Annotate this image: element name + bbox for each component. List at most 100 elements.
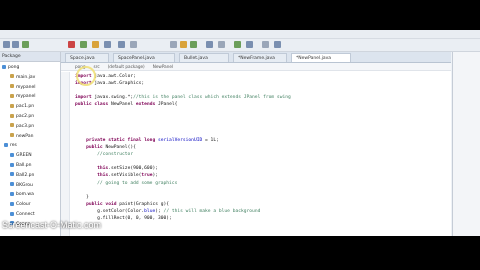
- file-icon: [10, 103, 14, 108]
- toolbar-button[interactable]: [274, 41, 281, 48]
- code-editor[interactable]: Space.java SpacePanel.java Bullet.java *New…: [61, 52, 451, 236]
- code-token: g.setColor(Color.: [75, 208, 145, 214]
- code-token: public: [75, 145, 103, 150]
- code-token: public class: [75, 102, 109, 108]
- code-token: );: [152, 173, 159, 179]
- code-token: java.awt.Color;: [91, 74, 136, 79]
- editor-tab[interactable]: Bullet.java: [179, 53, 229, 62]
- toolbar-button[interactable]: [68, 41, 75, 48]
- code-token: true: [141, 173, 153, 179]
- tree-item[interactable]: GREEN: [10, 152, 32, 159]
- code-token: JPanel{: [155, 102, 178, 108]
- package-explorer-header[interactable]: Package: [0, 52, 60, 62]
- tree-item[interactable]: newPan: [10, 133, 33, 140]
- toolbar-button[interactable]: [3, 41, 10, 48]
- outline-panel: [452, 52, 480, 236]
- toolbar-button[interactable]: [190, 41, 197, 48]
- tree-item[interactable]: pac2.pn: [10, 113, 34, 120]
- toolbar-button[interactable]: [92, 41, 99, 48]
- toolbar: [0, 39, 480, 52]
- toolbar-button[interactable]: [234, 41, 241, 48]
- tree-item[interactable]: pong: [2, 64, 19, 71]
- toolbar-button[interactable]: [104, 41, 111, 48]
- code-token: // this will make a blue background: [163, 208, 261, 214]
- tree-item[interactable]: res: [4, 142, 17, 149]
- tree-item[interactable]: Ball2.pn: [10, 172, 34, 179]
- toolbar-button[interactable]: [218, 41, 225, 48]
- code-line: // going to add some graphics: [75, 181, 177, 187]
- toolbar-button[interactable]: [130, 41, 137, 48]
- file-icon: [10, 84, 14, 89]
- file-icon: [4, 142, 8, 147]
- code-line: this.setVisible(true);: [75, 173, 158, 179]
- code-token: this: [75, 166, 109, 172]
- mouse-cursor-highlight: [76, 66, 96, 86]
- eclipse-window: Package pong main.jav mypanel mypanel pac1.p…: [0, 30, 480, 236]
- editor-tab[interactable]: *NewPanel.java: [291, 53, 351, 62]
- code-token: import: [75, 95, 92, 101]
- tree-item[interactable]: pac1.pn: [10, 103, 34, 110]
- toolbar-button[interactable]: [118, 41, 125, 48]
- tree-item[interactable]: pac3.pn: [10, 123, 34, 130]
- file-icon: [10, 152, 14, 157]
- file-icon: [10, 182, 14, 187]
- editor-tab[interactable]: SpacePanel.java: [113, 53, 175, 62]
- breadcrumb-item[interactable]: (default package): [108, 64, 145, 69]
- tree-item-label: Ball.pn: [16, 163, 32, 168]
- menu-bar[interactable]: [0, 30, 480, 39]
- tree-item[interactable]: Ball.pn: [10, 162, 31, 169]
- tree-item-label: GREEN: [16, 153, 32, 159]
- toolbar-button[interactable]: [80, 41, 87, 48]
- line-gutter: [61, 72, 70, 236]
- editor-tabs: Space.java SpacePanel.java Bullet.java *New…: [61, 52, 451, 63]
- toolbar-button[interactable]: [12, 41, 19, 48]
- tree-item-label: BKGrou: [16, 182, 33, 188]
- toolbar-button[interactable]: [262, 41, 269, 48]
- watermark-text: Screencast-O-Matic.com: [2, 220, 102, 230]
- code-line: this.setSize(900,600);: [75, 166, 158, 172]
- tree-item-label: mypanel: [16, 94, 36, 100]
- toolbar-button[interactable]: [246, 41, 253, 48]
- code-line: public NewPanel(){: [75, 145, 136, 151]
- code-token: serialVersionUID: [157, 137, 203, 143]
- tree-item[interactable]: Colour: [10, 201, 31, 208]
- code-token: NewPanel: [108, 102, 136, 108]
- toolbar-button[interactable]: [22, 41, 29, 48]
- breadcrumb-item[interactable]: src: [94, 64, 100, 69]
- code-token: }: [75, 194, 89, 200]
- tree-item-label: bom.wa: [16, 192, 34, 198]
- tree-item-label: pac3.pn: [16, 123, 35, 129]
- tree-item-label: pac2.pn: [16, 114, 35, 119]
- tree-item[interactable]: BKGrou: [10, 182, 33, 189]
- tree-item[interactable]: Connect: [10, 211, 35, 218]
- tree-item-label: Ball2.pn: [16, 172, 35, 178]
- code-line: public class NewPanel extends JPanel{: [75, 102, 177, 108]
- editor-tab[interactable]: Space.java: [65, 53, 109, 62]
- code-line: g.setColor(Color.blue); // this will mak…: [75, 209, 260, 215]
- tree-item[interactable]: bom.wa: [10, 191, 34, 198]
- toolbar-button[interactable]: [180, 41, 187, 48]
- tree-item[interactable]: mypanel: [10, 84, 36, 91]
- breadcrumb-item[interactable]: NewPanel: [153, 64, 173, 69]
- code-line: import javax.swing.*;//this is the panel…: [75, 95, 291, 101]
- tree-item-label: res: [10, 143, 17, 149]
- file-icon: [10, 191, 14, 196]
- code-line: //constructor: [75, 152, 133, 158]
- toolbar-button[interactable]: [170, 41, 177, 48]
- tree-item-label: newPan: [16, 133, 34, 139]
- code-token: javax.swing.*;: [91, 95, 134, 101]
- tree-item-label: main.jav: [16, 74, 36, 80]
- code-line: private static final long serialVersionU…: [75, 138, 219, 144]
- code-token: public void: [75, 201, 117, 207]
- code-token: NewPanel(){: [102, 145, 136, 150]
- tree-item[interactable]: mypanel: [10, 93, 36, 100]
- code-token: blue: [144, 208, 156, 214]
- package-explorer: Package pong main.jav mypanel mypanel pac1.p…: [0, 52, 61, 236]
- editor-tab[interactable]: *NewFrame.java: [233, 53, 287, 62]
- file-icon: [10, 123, 14, 128]
- code-token: .setSize(900,600);: [108, 166, 158, 172]
- code-token: //this is the panel class which extends …: [133, 95, 291, 101]
- tree-item[interactable]: main.jav: [10, 74, 35, 81]
- toolbar-button[interactable]: [206, 41, 213, 48]
- code-token: );: [155, 208, 164, 214]
